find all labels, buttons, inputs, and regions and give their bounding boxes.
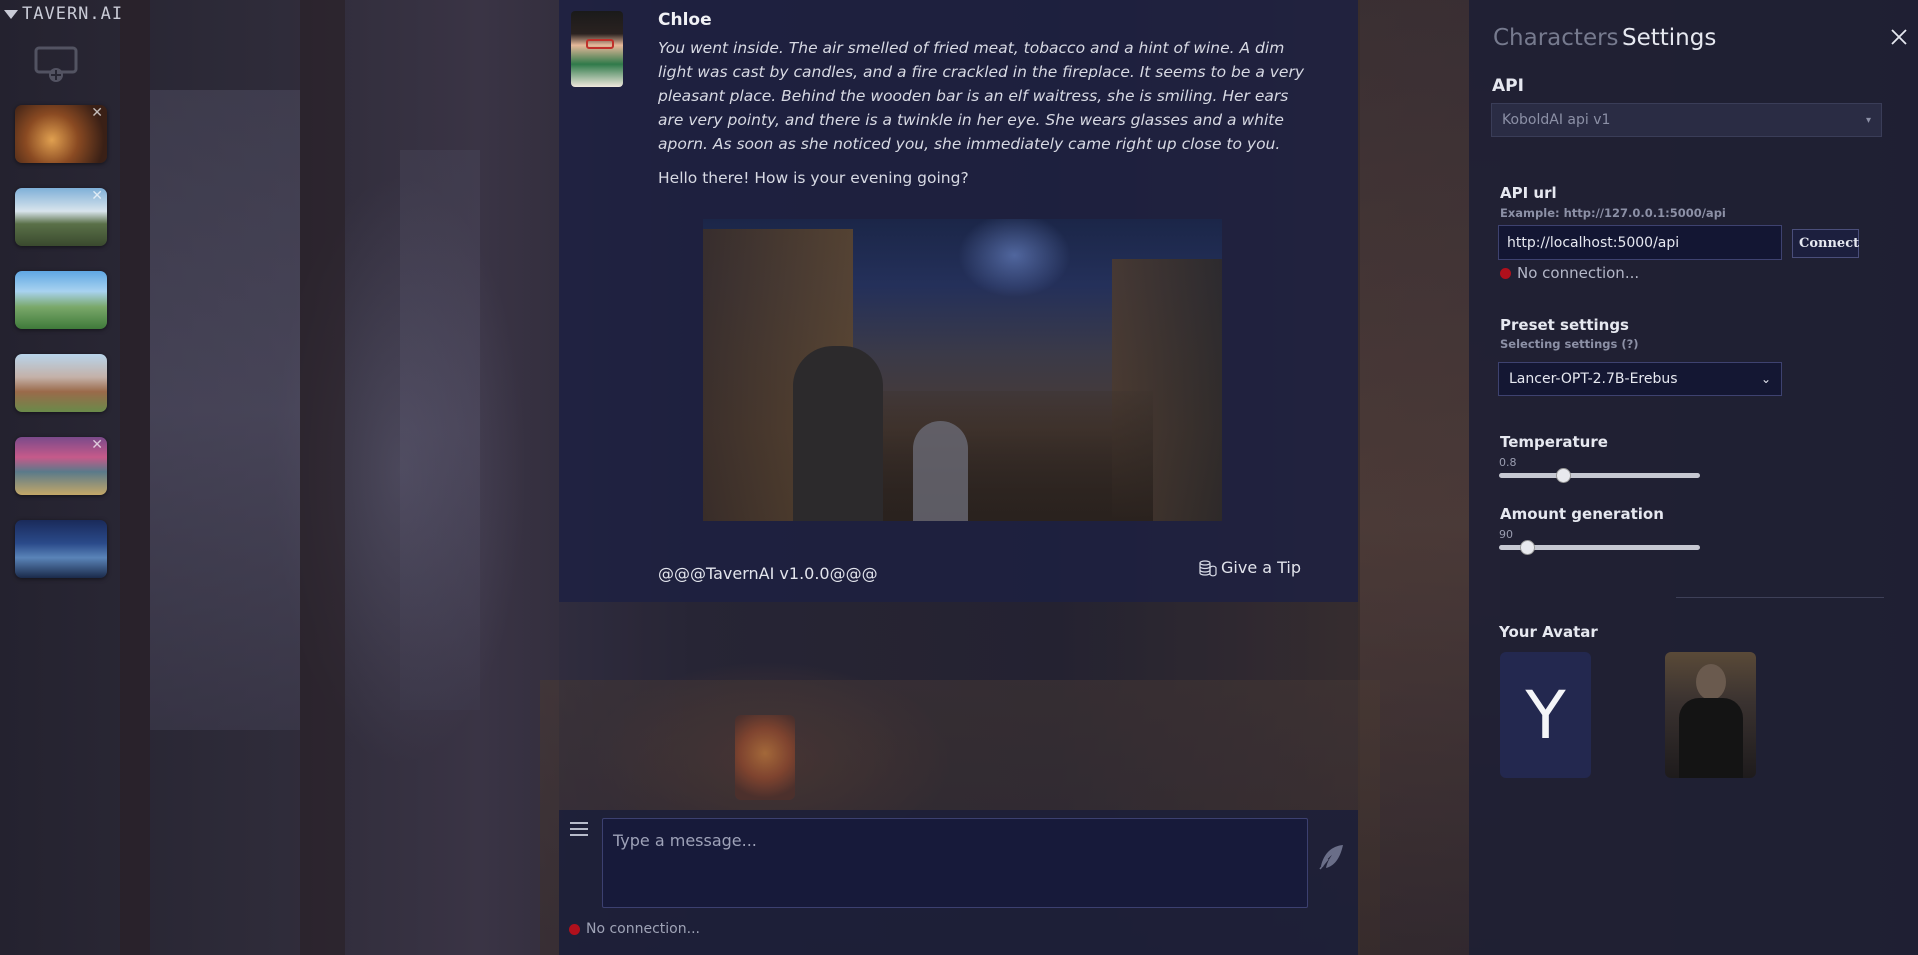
- status-dot-icon: [569, 923, 580, 935]
- temperature-slider[interactable]: [1499, 468, 1700, 483]
- api-select[interactable]: KoboldAI api v1 ▾: [1491, 103, 1882, 137]
- api-select-value: KoboldAI api v1: [1502, 112, 1611, 128]
- logo-text: TAVERN.AI: [22, 4, 124, 24]
- background-beam: [120, 0, 150, 955]
- status-dot-icon: [1500, 267, 1511, 279]
- api-url-example: Example: http://127.0.0.1:5000/api: [1500, 206, 1726, 220]
- delete-icon[interactable]: ✕: [91, 437, 103, 453]
- api-connection-status: No connection...: [1500, 264, 1639, 282]
- version-text: @@@TavernAI v1.0.0@@@: [658, 564, 878, 583]
- chevron-down-icon: ⌄: [1760, 372, 1771, 386]
- temperature-label: Temperature: [1500, 433, 1608, 451]
- your-avatar-label: Your Avatar: [1499, 623, 1598, 641]
- amount-generation-slider[interactable]: [1499, 540, 1700, 555]
- character-card-market[interactable]: [15, 354, 107, 412]
- message-speech: Hello there! How is your evening going?: [658, 169, 969, 187]
- character-card-valley[interactable]: [15, 271, 107, 329]
- temperature-value: 0.8: [1499, 456, 1517, 469]
- preset-select[interactable]: Lancer-OPT-2.7B-Erebus ⌄: [1498, 362, 1782, 396]
- delete-icon[interactable]: ✕: [91, 188, 103, 204]
- give-tip-label: Give a Tip: [1221, 558, 1302, 577]
- avatar-option-photo[interactable]: [1665, 652, 1756, 778]
- amount-generation-value: 90: [1499, 528, 1513, 541]
- coins-icon: [1199, 559, 1217, 576]
- message-narration: You went inside. The air smelled of frie…: [658, 39, 1305, 153]
- amount-generation-label: Amount generation: [1500, 505, 1664, 523]
- preset-hint[interactable]: Selecting settings (?): [1500, 337, 1639, 351]
- chat-panel-lower: [559, 602, 1358, 810]
- message-avatar[interactable]: [571, 11, 623, 87]
- character-card-night-city[interactable]: [15, 520, 107, 578]
- message-input[interactable]: [602, 818, 1308, 908]
- app-logo[interactable]: TAVERN.AI: [4, 4, 123, 24]
- avatar-option-letter[interactable]: Y: [1500, 652, 1591, 778]
- character-list: ✕ ✕ ✕: [15, 105, 107, 603]
- chat-connection-status: No connection...: [569, 921, 700, 937]
- tab-settings[interactable]: Settings: [1622, 25, 1716, 51]
- preset-label: Preset settings: [1500, 316, 1629, 334]
- character-card-lake[interactable]: ✕: [15, 437, 107, 495]
- delete-icon[interactable]: ✕: [91, 105, 103, 121]
- chevron-down-icon: ▾: [1865, 114, 1871, 126]
- character-card-tavern[interactable]: ✕: [15, 105, 107, 163]
- connect-button[interactable]: Connect: [1792, 229, 1859, 258]
- close-icon[interactable]: [1890, 28, 1908, 46]
- message-text: You went inside. The air smelled of frie…: [658, 36, 1308, 190]
- api-url-input[interactable]: [1498, 225, 1782, 260]
- background-beam: [300, 0, 345, 955]
- chat-status-text: No connection...: [586, 921, 700, 937]
- options-menu-icon[interactable]: [570, 822, 588, 838]
- background-window: [150, 90, 300, 730]
- message-image: [703, 219, 1222, 521]
- preset-select-value: Lancer-OPT-2.7B-Erebus: [1509, 371, 1678, 387]
- new-chat-icon[interactable]: [34, 46, 84, 82]
- api-label: API: [1492, 76, 1524, 96]
- tab-characters[interactable]: Characters: [1493, 25, 1619, 51]
- background-window-2: [400, 150, 480, 710]
- divider: [1676, 597, 1884, 598]
- character-card-village[interactable]: ✕: [15, 188, 107, 246]
- api-status-text: No connection...: [1517, 264, 1640, 282]
- give-tip-button[interactable]: Give a Tip: [1199, 558, 1301, 577]
- api-url-label: API url: [1500, 184, 1557, 202]
- message-author-name: Chloe: [658, 10, 712, 30]
- collapse-triangle-icon: [4, 9, 18, 19]
- send-feather-icon[interactable]: [1316, 842, 1346, 872]
